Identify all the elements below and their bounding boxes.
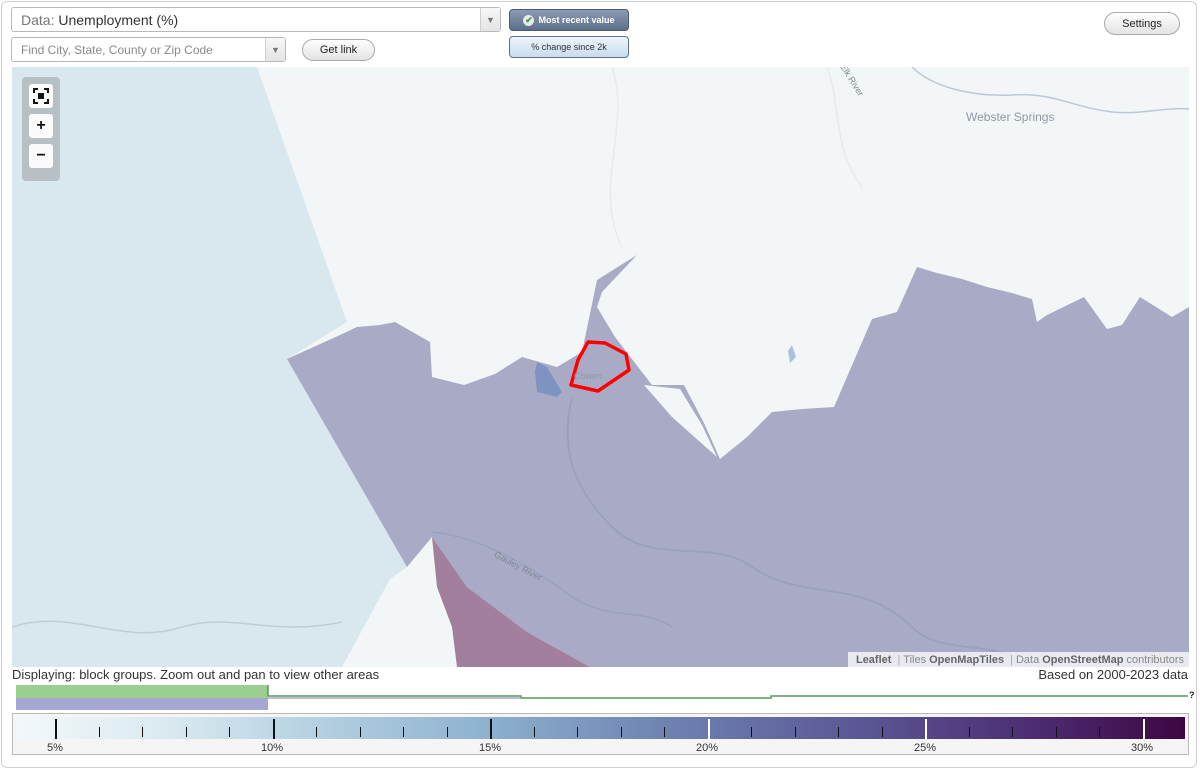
attrib-data-prefix: Data: [1015, 653, 1040, 666]
histogram-bar-green: [16, 685, 268, 698]
legend-label-10: 10%: [260, 742, 284, 754]
legend-minor-tick: [1055, 727, 1057, 737]
histogram-bar-purple: [16, 698, 268, 710]
legend-major-tick: [925, 719, 927, 739]
check-icon: ✔: [523, 14, 535, 26]
legend-major-tick: [490, 719, 492, 739]
legend-minor-tick: [316, 727, 317, 737]
histogram-line: [267, 685, 1188, 699]
legend-minor-tick: [751, 727, 752, 737]
displaying-status: Displaying: block groups. Zoom out and p…: [12, 667, 380, 682]
place-label-webster-springs: Webster Springs: [966, 110, 1055, 124]
legend-minor-tick: [359, 727, 361, 737]
legend-minor-tick: [838, 727, 839, 737]
fullscreen-icon[interactable]: [29, 84, 53, 108]
legend-minor-tick: [142, 727, 143, 737]
legend-major-tick: [55, 719, 57, 739]
chevron-down-icon[interactable]: ▼: [265, 38, 285, 61]
legend-minor-tick: [968, 727, 970, 737]
attrib-suffix: contributors: [1126, 653, 1184, 666]
legend-minor-tick: [881, 727, 883, 737]
map-attribution: Leaflet | Tiles OpenMapTiles | Data Open…: [847, 652, 1189, 667]
legend-label-30: 30%: [1130, 742, 1154, 754]
map-view[interactable]: Webster Springs Cowen Gauley River Elk R…: [12, 67, 1189, 667]
data-select-prefix: Data:: [21, 12, 55, 28]
legend-major-tick: [707, 719, 710, 739]
legend-minor-tick: [794, 727, 796, 737]
legend-label-20: 20%: [695, 742, 719, 754]
get-link-button[interactable]: Get link: [302, 39, 375, 61]
legend-minor-tick: [403, 727, 404, 737]
attrib-leaflet-link[interactable]: Leaflet: [856, 654, 891, 666]
legend-label-5: 5%: [47, 742, 63, 754]
legend-major-tick: [272, 719, 275, 739]
percent-change-toggle[interactable]: % change since 2k: [509, 36, 629, 58]
settings-button[interactable]: Settings: [1104, 12, 1180, 35]
attrib-tiles-link[interactable]: OpenMapTiles: [929, 654, 1004, 666]
legend-minor-tick: [533, 727, 535, 737]
unknown-value-marker: ?: [1189, 690, 1195, 700]
legend-minor-tick: [664, 727, 665, 737]
attrib-osm-link[interactable]: OpenStreetMap: [1042, 654, 1123, 666]
value-histogram: [16, 685, 1188, 710]
map-canvas[interactable]: [12, 67, 1189, 667]
percent-change-label: % change since 2k: [531, 42, 607, 52]
legend-minor-tick: [577, 727, 578, 737]
most-recent-value-label: Most recent value: [538, 15, 615, 25]
data-range-note: Based on 2000-2023 data: [1038, 667, 1188, 682]
place-label-cowen: Cowen: [574, 371, 603, 381]
legend-minor-tick: [229, 727, 230, 737]
legend-label-15: 15%: [478, 742, 502, 754]
legend-label-25: 25%: [913, 742, 937, 754]
color-gradient-bar: [16, 717, 1185, 739]
legend-minor-tick: [446, 727, 448, 737]
search-input[interactable]: [12, 38, 266, 61]
location-search[interactable]: ▼: [11, 37, 286, 62]
legend-minor-tick: [620, 727, 622, 737]
zoom-controls: + −: [22, 77, 60, 181]
most-recent-value-toggle[interactable]: ✔ Most recent value: [509, 9, 629, 31]
zoom-in-button[interactable]: +: [29, 114, 53, 138]
zoom-out-button[interactable]: −: [29, 144, 53, 168]
data-select-value: Unemployment (%): [58, 12, 179, 28]
color-scale-legend: 5% 10% 15% 20% 25% 30%: [12, 713, 1189, 755]
legend-minor-tick: [1012, 727, 1013, 737]
attrib-tiles-prefix: Tiles: [903, 653, 927, 666]
legend-minor-tick: [185, 727, 187, 737]
legend-minor-tick: [1099, 727, 1100, 737]
data-variable-select[interactable]: Data: Unemployment (%) ▼: [11, 7, 501, 32]
chevron-down-icon[interactable]: ▼: [480, 8, 500, 31]
legend-minor-tick: [98, 727, 100, 737]
legend-major-tick: [1142, 719, 1145, 739]
